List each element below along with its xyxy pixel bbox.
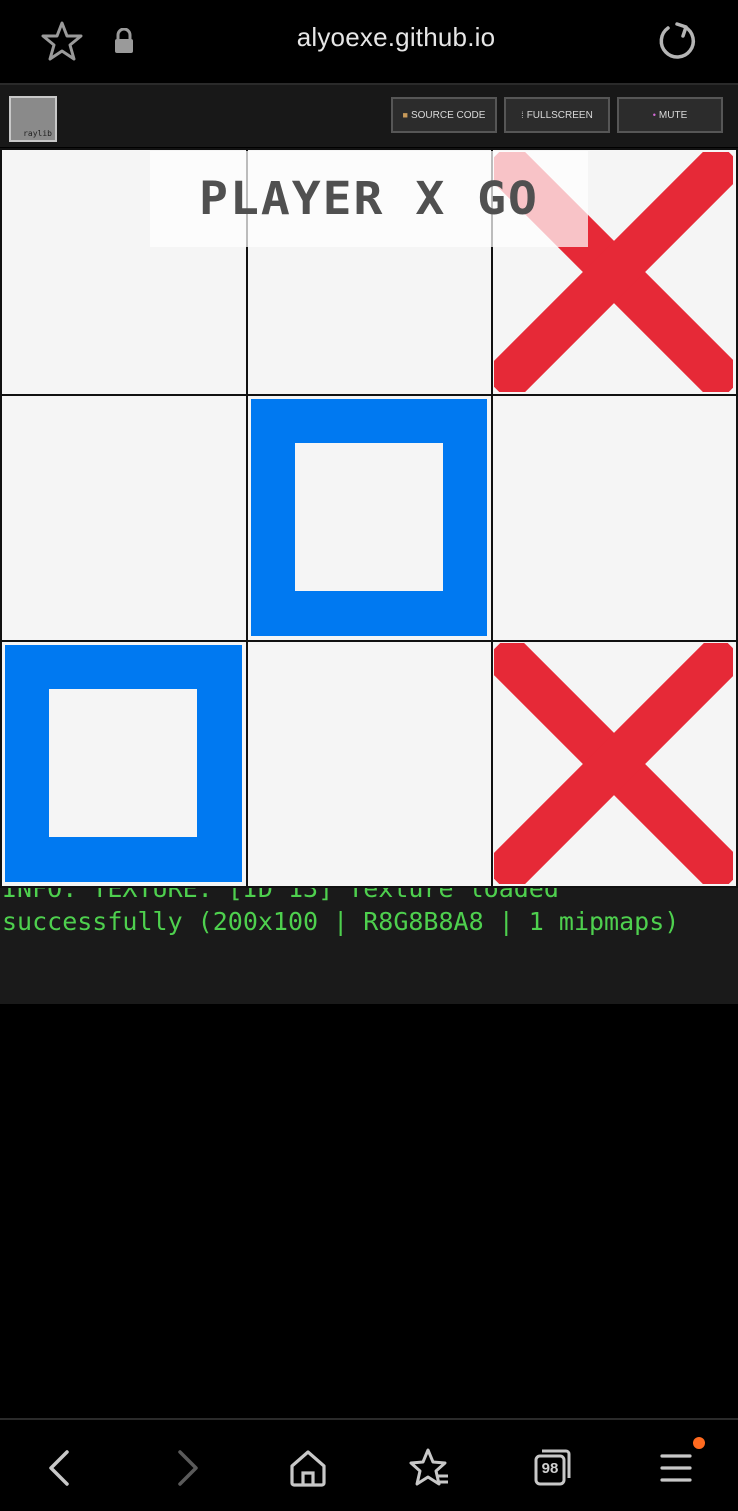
turn-status-text: PLAYER X GO	[199, 172, 539, 226]
speaker-icon: •	[652, 110, 656, 120]
console-output: INFO: TEXTURE: [ID 13] Texture loaded su…	[0, 888, 738, 1004]
fullscreen-button[interactable]: ⁞ FULLSCREEN	[504, 97, 610, 133]
tabs-button[interactable]: 98	[530, 1446, 574, 1490]
o-inner	[49, 689, 197, 837]
fullscreen-label: FULLSCREEN	[526, 109, 593, 121]
bookmarks-icon[interactable]	[408, 1446, 452, 1490]
fullscreen-icon: ⁞	[521, 110, 524, 120]
tab-count: 98	[541, 1460, 559, 1477]
back-icon[interactable]	[38, 1446, 82, 1490]
grid-line	[0, 394, 738, 396]
menu-notification-dot	[693, 1437, 705, 1449]
browser-top-bar: alyoexe.github.io	[0, 0, 738, 85]
o-inner	[295, 443, 443, 591]
source-code-label: SOURCE CODE	[410, 109, 486, 121]
source-code-button[interactable]: ■ SOURCE CODE	[391, 97, 497, 133]
console-log-text: INFO: TEXTURE: [ID 13] Texture loaded su…	[2, 888, 680, 936]
raylib-logo[interactable]: raylib	[9, 96, 57, 142]
game-canvas[interactable]: PLAYER X GO	[0, 148, 738, 888]
forward-icon[interactable]	[165, 1446, 209, 1490]
reload-icon[interactable]	[655, 20, 697, 62]
grid-line	[0, 640, 738, 642]
cell-o-mark-center[interactable]	[251, 399, 487, 636]
address-bar-url[interactable]: alyoexe.github.io	[0, 22, 738, 53]
clapper-icon: ■	[402, 110, 408, 120]
turn-status-banner: PLAYER X GO	[150, 151, 588, 247]
grid-line	[0, 148, 2, 888]
mute-button[interactable]: • MUTE	[617, 97, 723, 133]
menu-icon[interactable]	[654, 1446, 698, 1490]
home-icon[interactable]	[286, 1446, 330, 1490]
cell-o-mark-bottom-left[interactable]	[5, 645, 242, 882]
grid-line	[246, 148, 248, 888]
raylib-logo-text: raylib	[23, 129, 52, 138]
mute-label: MUTE	[658, 109, 688, 121]
cell-x-mark-bottom-right[interactable]	[494, 643, 733, 884]
browser-bottom-bar: 98	[0, 1418, 738, 1511]
grid-line	[0, 148, 738, 150]
grid-line	[491, 148, 493, 888]
